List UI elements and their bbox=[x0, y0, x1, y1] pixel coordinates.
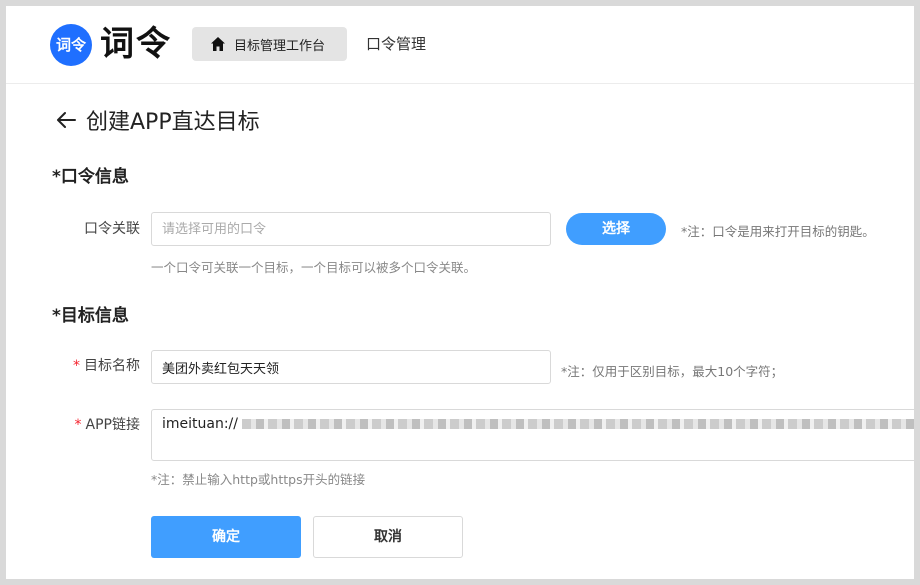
logo-wordmark: 词令 bbox=[100, 24, 172, 64]
top-navigation-bar: 词令 词令 目标管理工作台 口令管理 bbox=[6, 6, 914, 84]
target-name-note: *注：仅用于区别目标，最大10个字符； bbox=[561, 364, 784, 379]
target-name-label: * 目标名称 bbox=[73, 358, 140, 374]
home-icon bbox=[211, 37, 225, 51]
redacted-link-blur bbox=[242, 419, 914, 429]
page-title: 创建APP直达目标 bbox=[86, 110, 260, 135]
command-select-input[interactable] bbox=[151, 212, 551, 246]
app-link-label: * APP链接 bbox=[74, 417, 140, 433]
nav-target-workbench-label: 目标管理工作台 bbox=[234, 38, 326, 54]
select-command-button[interactable]: 选择 bbox=[566, 213, 666, 245]
target-name-input[interactable] bbox=[151, 350, 551, 384]
app-window: 词令 词令 目标管理工作台 口令管理 创建APP直达目标 *口令信息 口令关联 … bbox=[6, 6, 914, 579]
nav-command-management[interactable]: 口令管理 bbox=[366, 27, 426, 61]
back-arrow-icon[interactable] bbox=[54, 108, 78, 132]
logo-badge: 词令 bbox=[50, 24, 92, 66]
command-note: *注：口令是用来打开目标的钥匙。 bbox=[681, 224, 875, 239]
page-heading: 创建APP直达目标 bbox=[54, 102, 260, 138]
required-mark: * bbox=[73, 358, 80, 374]
app-link-value: imeituan:// bbox=[162, 416, 238, 432]
cancel-button[interactable]: 取消 bbox=[313, 516, 463, 558]
command-help-text: 一个口令可关联一个目标，一个目标可以被多个口令关联。 bbox=[151, 260, 477, 275]
command-link-label: 口令关联 bbox=[84, 221, 140, 237]
app-link-note: *注：禁止输入http或https开头的链接 bbox=[151, 472, 366, 487]
nav-target-workbench[interactable]: 目标管理工作台 bbox=[192, 27, 347, 61]
confirm-button[interactable]: 确定 bbox=[151, 516, 301, 558]
app-link-textarea[interactable]: imeituan:// bbox=[151, 409, 914, 461]
target-info-section-title: *目标信息 bbox=[52, 306, 129, 326]
required-mark: * bbox=[74, 417, 82, 433]
command-info-section-title: *口令信息 bbox=[52, 167, 129, 187]
